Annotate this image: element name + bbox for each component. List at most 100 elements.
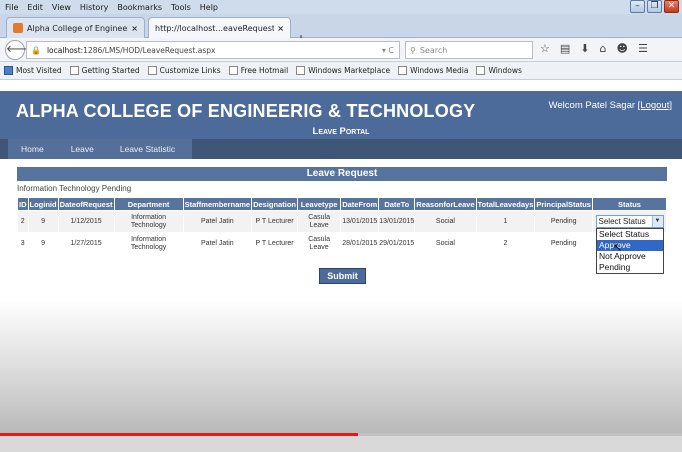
menu-file[interactable]: File (5, 3, 18, 12)
cell-date-from: 13/01/2015 (340, 210, 380, 233)
col-header: Leavetype (297, 197, 342, 211)
bookmark-windows-media[interactable]: Windows Media (398, 66, 468, 75)
toolbar-icons: ☆ ▤ ⬇ ⌂ ☻ ☰ (540, 42, 648, 55)
status-select-value: Select Status (598, 216, 646, 226)
mouse-cursor-icon: ↖ (613, 241, 623, 254)
bookmark-windows[interactable]: Windows (476, 66, 522, 75)
table-row: 3 9 1/27/2015 Information Technology Pat… (17, 232, 667, 255)
bookmark-most-visited[interactable]: Most Visited (4, 66, 62, 75)
col-header: Staffmembername (182, 197, 253, 211)
bookmark-label: Windows Marketplace (308, 66, 391, 75)
cell-total-days: 1 (475, 210, 536, 233)
site-header: ALPHA COLLEGE OF ENGINEERIG & TECHNOLOGY… (0, 91, 682, 139)
cell-date-to: 29/01/2015 (378, 232, 416, 255)
col-header: DateofRequest (57, 197, 115, 211)
tab-alpha-college[interactable]: Alpha College of Engineering ... × (6, 17, 145, 38)
status-option[interactable]: Select Status (597, 229, 663, 240)
menu-help[interactable]: Help (200, 3, 218, 12)
chevron-down-icon[interactable]: ▼ (651, 216, 663, 227)
status-option-highlighted[interactable]: Approve (597, 240, 663, 251)
url-text: localhost:1286/LMS/HOD/LeaveRequest.aspx (47, 46, 382, 55)
site-nav-menu: Home Leave Leave Statistic (8, 139, 192, 159)
bookmark-label: Most Visited (16, 66, 62, 75)
tab-close-icon[interactable]: × (131, 24, 138, 33)
cell-staff: Patel Jatin (182, 210, 253, 233)
chat-icon[interactable]: ☻ (616, 42, 627, 55)
restore-icon[interactable]: ❐ (647, 0, 662, 13)
table-header-row: ID Loginid DateofRequest Department Staf… (17, 197, 667, 211)
url-bar[interactable]: 🔒 localhost:1286/LMS/HOD/LeaveRequest.as… (26, 41, 400, 59)
bookmark-page-icon (398, 66, 408, 75)
nav-leave[interactable]: Leave (71, 144, 94, 154)
cell-principal-status: Pending (534, 210, 593, 233)
site-title: ALPHA COLLEGE OF ENGINEERIG & TECHNOLOGY (16, 101, 476, 121)
nav-home[interactable]: Home (21, 144, 44, 154)
bookmark-getting-started[interactable]: Getting Started (69, 66, 140, 75)
status-dropdown-list: Select Status Approve Not Approve Pendin… (596, 228, 664, 274)
col-header: PrincipalStatus (534, 197, 593, 211)
menu-history[interactable]: History (80, 3, 108, 12)
site-nav: Home Leave Leave Statistic (0, 139, 682, 159)
bookmark-label: Free Hotmail (240, 66, 289, 75)
logout-link[interactable]: [Logout] (638, 100, 672, 111)
clipboard-icon[interactable]: ▤ (560, 42, 570, 55)
col-header: DateTo (378, 197, 416, 211)
back-button[interactable]: 🡐 (5, 40, 33, 60)
search-icon: ⚲ (410, 45, 416, 55)
cell-loginid: 9 (27, 210, 59, 233)
bookmark-free-hotmail[interactable]: Free Hotmail (228, 66, 289, 75)
bookmark-page-icon (69, 66, 79, 75)
leave-request-table: ID Loginid DateofRequest Department Staf… (17, 197, 667, 255)
cell-total-days: 2 (475, 232, 536, 255)
menu-view[interactable]: View (52, 3, 71, 12)
bookmark-windows-marketplace[interactable]: Windows Marketplace (296, 66, 390, 75)
bookmark-folder-icon (4, 66, 13, 75)
bookmark-label: Getting Started (81, 66, 140, 75)
status-option[interactable]: Not Approve (597, 251, 663, 262)
browser-navbar: 🡐 🔒 localhost:1286/LMS/HOD/LeaveRequest.… (0, 38, 682, 62)
menu-bookmarks[interactable]: Bookmarks (117, 3, 162, 12)
cell-date-from: 28/01/2015 (340, 232, 380, 255)
video-overlay (0, 300, 682, 452)
cell-id: 2 (17, 210, 29, 233)
col-header: ID (17, 197, 29, 211)
tab-label: http://localhost...eaveRequest.aspx (155, 23, 275, 33)
bookmark-star-icon[interactable]: ☆ (540, 42, 550, 55)
cell-leavetype: Casula Leave (297, 232, 342, 255)
bookmark-customize-links[interactable]: Customize Links (147, 66, 221, 75)
submit-button[interactable]: Submit (319, 268, 366, 284)
cell-department: Information Technology (113, 232, 184, 255)
menu-icon[interactable]: ☰ (638, 42, 648, 55)
nav-leave-statistic[interactable]: Leave Statistic (120, 144, 175, 154)
col-header: Loginid (27, 197, 59, 211)
col-header: Department (113, 197, 184, 211)
cell-principal-status: Pending (534, 232, 593, 255)
cell-leavetype: Casula Leave (297, 210, 342, 233)
video-controls-bar (0, 436, 682, 452)
cell-date-to: 13/01/2015 (378, 210, 416, 233)
bookmark-page-icon (228, 66, 238, 75)
tab-close-icon[interactable]: × (277, 24, 284, 33)
menu-tools[interactable]: Tools (171, 3, 191, 12)
menu-edit[interactable]: Edit (27, 3, 43, 12)
home-icon[interactable]: ⌂ (600, 42, 607, 55)
welcome-text: Welcom Patel Sagar [Logout] (549, 100, 672, 111)
col-header: DateFrom (340, 197, 380, 211)
bookmark-label: Customize Links (159, 66, 221, 75)
bookmarks-bar: Most Visited Getting Started Customize L… (0, 62, 682, 80)
url-host: localhost (46, 45, 81, 55)
status-select[interactable]: Select Status ▼ (595, 215, 664, 228)
download-icon[interactable]: ⬇ (580, 42, 589, 55)
bookmark-label: Windows Media (410, 66, 469, 75)
minimize-icon[interactable]: – (630, 0, 645, 13)
tab-leave-request[interactable]: http://localhost...eaveRequest.aspx × (148, 17, 291, 38)
cell-date-request: 1/12/2015 (57, 210, 115, 233)
col-header: Status (592, 197, 667, 211)
bookmark-page-icon (147, 66, 157, 75)
search-input[interactable]: ⚲ Search (405, 41, 533, 59)
browser-menubar: File Edit View History Bookmarks Tools H… (0, 0, 682, 14)
status-option[interactable]: Pending (597, 262, 663, 273)
close-icon[interactable]: ✕ (664, 0, 679, 13)
search-placeholder: Search (419, 45, 448, 55)
reload-icon[interactable]: ▾ C (382, 46, 394, 55)
